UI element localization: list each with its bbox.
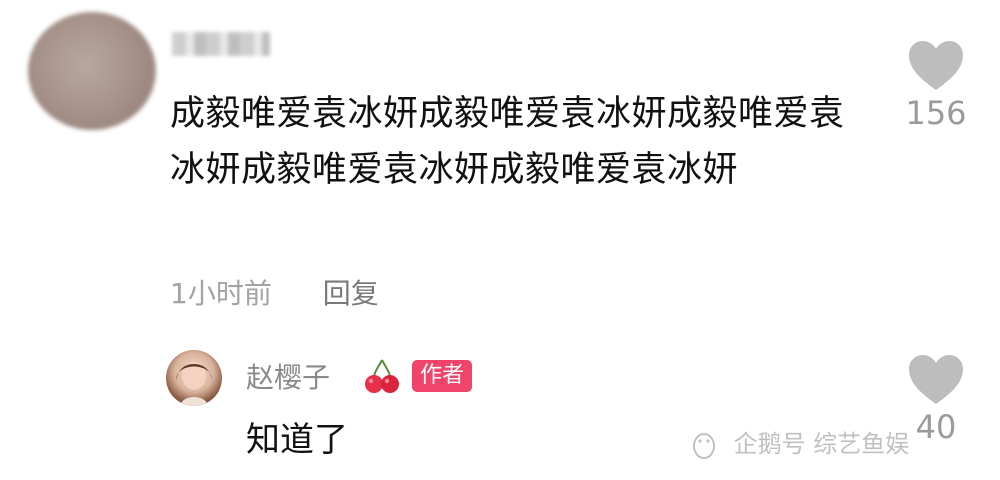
author-badge: 作者 — [412, 360, 473, 392]
comment-meta: 1小时前 回复 — [170, 272, 379, 312]
reply-text: 知道了 — [246, 420, 348, 460]
comment-like-button[interactable]: 156 — [896, 40, 976, 132]
comment-time: 1小时前 — [170, 277, 272, 310]
reply-button[interactable]: 回复 — [323, 277, 379, 310]
watermark: 企鹅号 综艺鱼娱 — [690, 424, 909, 460]
avatar-portrait-icon — [176, 362, 212, 406]
watermark-text: 企鹅号 综艺鱼娱 — [733, 430, 910, 458]
reply-author-name[interactable]: 赵樱子 — [246, 356, 330, 396]
heart-icon — [909, 41, 963, 90]
commenter-username-blurred[interactable] — [172, 32, 270, 56]
comment-text: 成毅唯爱袁冰妍成毅唯爱袁冰妍成毅唯爱袁冰妍成毅唯爱袁冰妍成毅唯爱袁冰妍 — [170, 94, 845, 190]
penguin-icon — [693, 433, 715, 459]
comment-like-count: 156 — [905, 94, 967, 132]
reply-author-avatar[interactable] — [166, 350, 222, 406]
cherry-icon — [365, 359, 399, 393]
commenter-avatar[interactable] — [28, 12, 156, 130]
heart-icon — [909, 355, 963, 404]
